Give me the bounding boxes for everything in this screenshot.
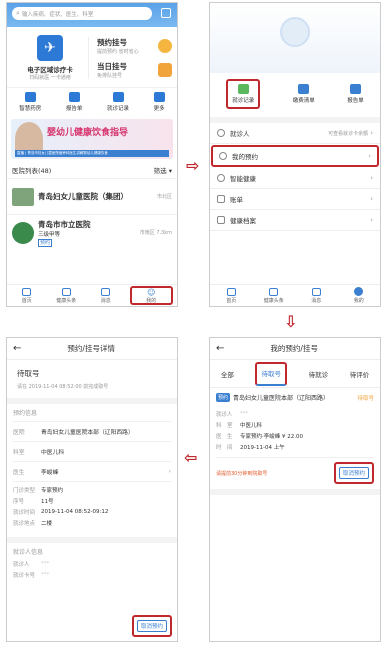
promo-banner[interactable]: 婴幼儿健康饮食指导 直播 | 青岛市妇女儿童医院营养科医生讲解婴幼儿健康饮食 (11, 119, 173, 159)
heart-icon (217, 174, 225, 182)
smiley-icon (354, 287, 364, 296)
news-icon (61, 287, 71, 296)
tab-pending-review[interactable]: 待评价 (350, 369, 370, 379)
today-entry[interactable]: 当日挂号 免排队挂号 (97, 61, 172, 79)
chevron-right-icon: › (370, 216, 373, 224)
tab-mine[interactable]: 我的 (338, 285, 381, 306)
appointment-card[interactable]: 预约 青岛妇女儿童医院本部（辽阳西路） 待取号 就诊人 *** 科 室中医儿科 医… (210, 388, 380, 495)
tab-bar: 首页 健康头条 消息 ☺ 我的 (7, 284, 177, 306)
scan-icon[interactable] (161, 8, 171, 18)
menu-item-bills[interactable]: 账单 › (210, 189, 380, 210)
nav-bar: ← 预约/挂号详情 (7, 338, 177, 360)
today-icon (158, 63, 172, 77)
report-icon (349, 84, 361, 94)
arrow-left-icon: ⇦ (184, 448, 198, 467)
back-icon[interactable]: ← (216, 343, 224, 354)
menu-item-appointments[interactable]: 我的预约 › (211, 145, 379, 167)
calendar-icon (158, 39, 172, 53)
home-top-cards: ✈ 电子区域诊疗卡 扫码就医 一卡通用 预约挂号 提前预约 省时省心 当日挂号 免排… (7, 27, 177, 87)
chevron-right-icon: › (370, 195, 373, 203)
status-block: 待取号 请在 2019-11-04 08:52:00 前完成取号 (7, 360, 177, 404)
avatar[interactable] (280, 17, 310, 47)
tab-all[interactable]: 全部 (221, 369, 234, 379)
tab-pending-pickup[interactable]: 待取号 (255, 361, 287, 386)
chevron-right-icon: › (370, 174, 373, 182)
pharmacy-icon (24, 92, 36, 102)
clock-icon (219, 152, 227, 160)
records-icon (112, 92, 124, 102)
chevron-right-icon[interactable]: › (169, 469, 171, 475)
user-icon (217, 129, 225, 137)
message-icon (101, 287, 111, 296)
grid-more[interactable]: 更多 (153, 92, 165, 112)
nav-bar: ← 我的预约/挂号 (210, 338, 380, 360)
cancel-appointment-button[interactable]: 取消预约 (131, 615, 172, 637)
status-tabs: 全部 待取号 待就诊 待评价 (210, 360, 380, 388)
grid-pharmacy[interactable]: 智慧药房 (19, 92, 41, 112)
tab-home[interactable]: 首页 (210, 285, 253, 306)
hospital-item[interactable]: 青岛妇女儿童医院（集团） 市北区 (7, 178, 177, 214)
bill-icon (298, 84, 310, 94)
tab-home[interactable]: 首页 (7, 285, 47, 306)
hospital-photo (12, 187, 34, 206)
hospital-item[interactable]: 青岛市市立医院 三级甲等 预约 市南区 7.3km (7, 214, 177, 250)
records-icon (237, 84, 249, 94)
smiley-icon: ☺ (147, 287, 156, 297)
tab-mine[interactable]: ☺ 我的 (129, 286, 173, 305)
menu-item-smart-health[interactable]: 智能健康 › (210, 168, 380, 189)
tab-news[interactable]: 健康头条 (47, 285, 87, 306)
home-screen: ⌕ 输入疾病、症状、医生、科室 ✈ 电子区域诊疗卡 扫码就医 一卡通用 预约挂号… (6, 2, 178, 307)
hospital-logo (12, 221, 34, 244)
home-header: ⌕ 输入疾病、症状、医生、科室 (7, 3, 177, 27)
quick-actions: 就诊记录 缴费清单 报告单 (210, 73, 380, 123)
records-button[interactable]: 就诊记录 (226, 79, 261, 109)
grid-report[interactable]: 报告单 (66, 92, 82, 112)
menu-item-health-file[interactable]: 健康档案 › (210, 210, 380, 231)
appt-entry[interactable]: 预约挂号 提前预约 省时省心 (97, 37, 172, 55)
patient-info: 就诊人信息 就诊人 *** 就诊卡号 *** (7, 537, 177, 583)
appointment-list-screen: ← 我的预约/挂号 全部 待取号 待就诊 待评价 预约 青岛妇女儿童医院本部（辽… (209, 337, 381, 642)
appointment-detail-screen: ← 预约/挂号详情 待取号 请在 2019-11-04 08:52:00 前完成… (6, 337, 178, 642)
card-logo-icon: ✈ (37, 35, 63, 61)
mine-screen: 就诊记录 缴费清单 报告单 就诊人 可查看就诊卡余额 › 我的预约 › 智能健康 › … (209, 2, 381, 307)
bills-button[interactable]: 缴费清单 (293, 84, 315, 104)
arrow-down-icon: ⇩ (284, 312, 298, 331)
tab-news[interactable]: 健康头条 (253, 285, 296, 306)
grid-records[interactable]: 就诊记录 (107, 92, 129, 112)
tab-messages[interactable]: 消息 (86, 285, 126, 306)
menu-item-patient[interactable]: 就诊人 可查看就诊卡余额 › (210, 123, 380, 144)
tab-pending-visit[interactable]: 待就诊 (309, 369, 329, 379)
message-icon (311, 287, 321, 296)
tab-messages[interactable]: 消息 (295, 285, 338, 306)
appointment-info: 预约信息 医院 青岛妇女儿童医院本部（辽阳西路） 科室 中医儿科 医生 李峻峰 › 门诊… (13, 410, 171, 527)
cancel-appointment-button[interactable]: 取消预约 (333, 462, 374, 484)
filter-button[interactable]: 筛选 ▾ (154, 165, 172, 175)
report-button[interactable]: 报告单 (347, 84, 364, 104)
back-icon[interactable]: ← (13, 343, 21, 354)
profile-header (210, 3, 380, 73)
tab-bar: 首页 健康头条 消息 我的 (210, 284, 380, 306)
chevron-right-icon: › (368, 152, 371, 160)
chevron-right-icon: › (370, 129, 373, 137)
hospital-list-header: 医院列表(48) 筛选 ▾ (12, 165, 172, 175)
more-icon (153, 92, 165, 102)
wallet-icon (217, 195, 225, 203)
search-input[interactable]: ⌕ 输入疾病、症状、医生、科室 (12, 7, 152, 20)
health-card[interactable]: ✈ 电子区域诊疗卡 扫码就医 一卡通用 (12, 35, 88, 81)
report-icon (68, 92, 80, 102)
home-icon (22, 287, 32, 296)
file-icon (217, 216, 225, 224)
arrow-right-icon: ⇨ (186, 156, 200, 175)
news-icon (269, 287, 279, 296)
home-icon (226, 287, 236, 296)
home-grid: 智慧药房 报告单 就诊记录 更多 (7, 87, 177, 116)
search-icon: ⌕ (16, 9, 20, 17)
